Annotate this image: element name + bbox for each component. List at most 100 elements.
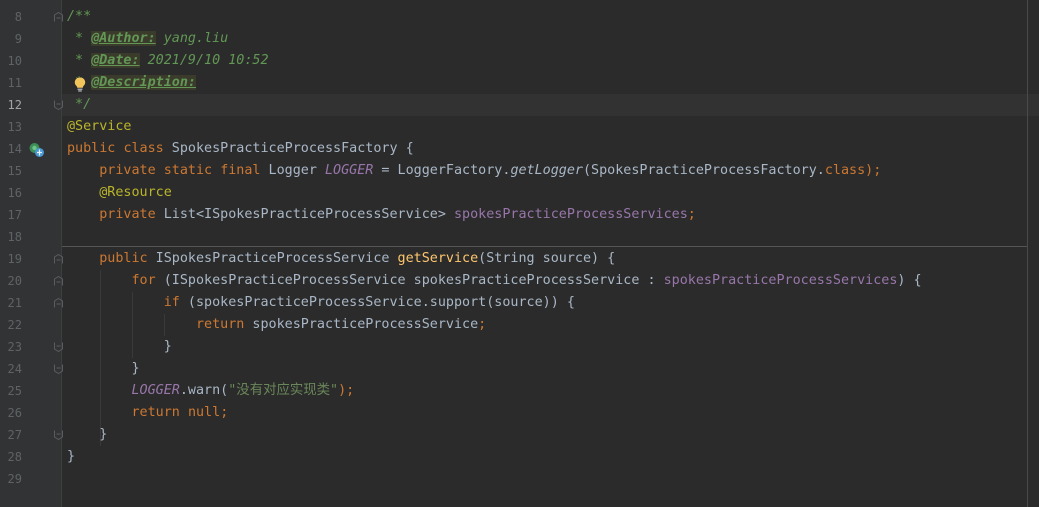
javadoc-text: 2021/9/10 10:52 <box>139 53 269 68</box>
line-number: 27 <box>7 428 22 442</box>
line-number: 28 <box>7 450 22 464</box>
code-line[interactable]: 10 * @Date: 2021/9/10 10:52 <box>0 50 1039 72</box>
static-field: LOGGER <box>325 163 374 178</box>
code-text: return null; <box>67 402 229 424</box>
code-line[interactable]: 26 return null; <box>0 402 1039 424</box>
string-literal: "没有对应实现类" <box>228 383 339 398</box>
code-token: } <box>67 427 108 442</box>
field: spokesPracticeProcessServices <box>663 273 898 288</box>
fold-marker-icon[interactable] <box>54 100 63 110</box>
keyword: public <box>99 251 148 266</box>
code-text: LOGGER.warn("没有对应实现类"); <box>67 380 355 402</box>
code-token: spokesPracticeProcessService <box>244 317 479 332</box>
code-line[interactable]: 8 /** <box>0 6 1039 28</box>
code-line[interactable]: 20 for (ISpokesPracticeProcessService sp… <box>0 270 1039 292</box>
code-line[interactable]: 28 } <box>0 446 1039 468</box>
javadoc-text: /** <box>67 9 92 24</box>
code-text: * @Author: yang.liu <box>67 28 228 50</box>
fold-marker-icon[interactable] <box>54 276 63 286</box>
spring-bean-icon[interactable] <box>28 142 45 162</box>
keyword: null <box>187 405 221 420</box>
code-line[interactable]: 13 @Service <box>0 116 1039 138</box>
line-number: 23 <box>7 340 22 354</box>
fold-marker-icon[interactable] <box>54 342 63 352</box>
lightbulb-icon[interactable] <box>74 77 86 96</box>
code-token: SpokesPracticeProcessFactory { <box>163 141 414 156</box>
punctuation: ; <box>687 207 696 222</box>
code-line[interactable]: 19 public ISpokesPracticeProcessService … <box>0 248 1039 270</box>
code-line[interactable]: 24 } <box>0 358 1039 380</box>
code-line[interactable]: 25 LOGGER.warn("没有对应实现类"); <box>0 380 1039 402</box>
code-line[interactable]: 23 } <box>0 336 1039 358</box>
code-token: (String source) { <box>478 251 616 266</box>
line-number: 15 <box>7 164 22 178</box>
keyword: return <box>196 317 245 332</box>
code-line[interactable]: 11 * @Description: <box>0 72 1039 94</box>
keyword: class <box>123 141 164 156</box>
fold-marker-icon[interactable] <box>54 430 63 440</box>
code-line[interactable]: 29 <box>0 468 1039 490</box>
code-token: List<ISpokesPracticeProcessService> <box>155 207 454 222</box>
code-line[interactable]: 9 * @Author: yang.liu <box>0 28 1039 50</box>
code-line[interactable]: 12 */ <box>0 94 1039 116</box>
javadoc-text: yang.liu <box>155 31 229 46</box>
javadoc-tag: @Date: <box>91 53 140 68</box>
line-number: 13 <box>7 120 22 134</box>
line-number: 22 <box>7 318 22 332</box>
code-line[interactable]: 17 private List<ISpokesPracticeProcessSe… <box>0 204 1039 226</box>
line-number: 29 <box>7 472 22 486</box>
fold-marker-icon[interactable] <box>54 364 63 374</box>
keyword: static <box>163 163 213 178</box>
line-number: 10 <box>7 54 22 68</box>
javadoc-text: */ <box>67 97 92 112</box>
code-text: return spokesPracticeProcessService; <box>67 314 486 336</box>
line-number: 20 <box>7 274 22 288</box>
code-line[interactable]: 15 private static final Logger LOGGER = … <box>0 160 1039 182</box>
code-text: */ <box>67 94 91 116</box>
line-number: 18 <box>7 230 22 244</box>
code-text: for (ISpokesPracticeProcessService spoke… <box>67 270 922 292</box>
code-text: if (spokesPracticeProcessService.support… <box>67 292 575 314</box>
line-number: 19 <box>7 252 22 266</box>
method-name: getService <box>397 251 479 266</box>
fold-marker-icon[interactable] <box>54 12 63 22</box>
code-text: public class SpokesPracticeProcessFactor… <box>67 138 414 160</box>
fold-marker-icon[interactable] <box>54 254 63 264</box>
code-token: ) { <box>897 273 922 288</box>
code-line[interactable]: 22 return spokesPracticeProcessService; <box>0 314 1039 336</box>
line-number: 24 <box>7 362 22 376</box>
code-line[interactable]: 14 public class SpokesPracticeProcessFac… <box>0 138 1039 160</box>
line-number: 26 <box>7 406 22 420</box>
keyword: for <box>131 273 156 288</box>
code-line[interactable]: 27 } <box>0 424 1039 446</box>
code-line[interactable]: 16 @Resource <box>0 182 1039 204</box>
code-text: @Resource <box>67 182 172 204</box>
code-token: } <box>67 361 140 376</box>
line-number: 12 <box>7 98 22 112</box>
line-number: 11 <box>7 76 22 90</box>
javadoc-text: * <box>67 31 92 46</box>
line-number: 16 <box>7 186 22 200</box>
code-editor[interactable]: 8 /** 9 * @Author: yang.liu 10 * @Date: … <box>0 0 1039 507</box>
keyword: class <box>824 163 866 178</box>
code-text: } <box>67 336 172 358</box>
line-number: 17 <box>7 208 22 222</box>
code-token: Logger <box>260 163 325 178</box>
code-token: } <box>67 449 76 464</box>
code-token: = LoggerFactory. <box>373 163 511 178</box>
code-line[interactable]: 18 <box>0 226 1039 248</box>
code-token: (ISpokesPracticeProcessService spokesPra… <box>155 273 664 288</box>
code-token: ISpokesPracticeProcessService <box>147 251 398 266</box>
static-method: getLogger <box>510 163 583 178</box>
code-line[interactable]: 21 if (spokesPracticeProcessService.supp… <box>0 292 1039 314</box>
code-text: private List<ISpokesPracticeProcessServi… <box>67 204 696 226</box>
fold-marker-icon[interactable] <box>54 298 63 308</box>
